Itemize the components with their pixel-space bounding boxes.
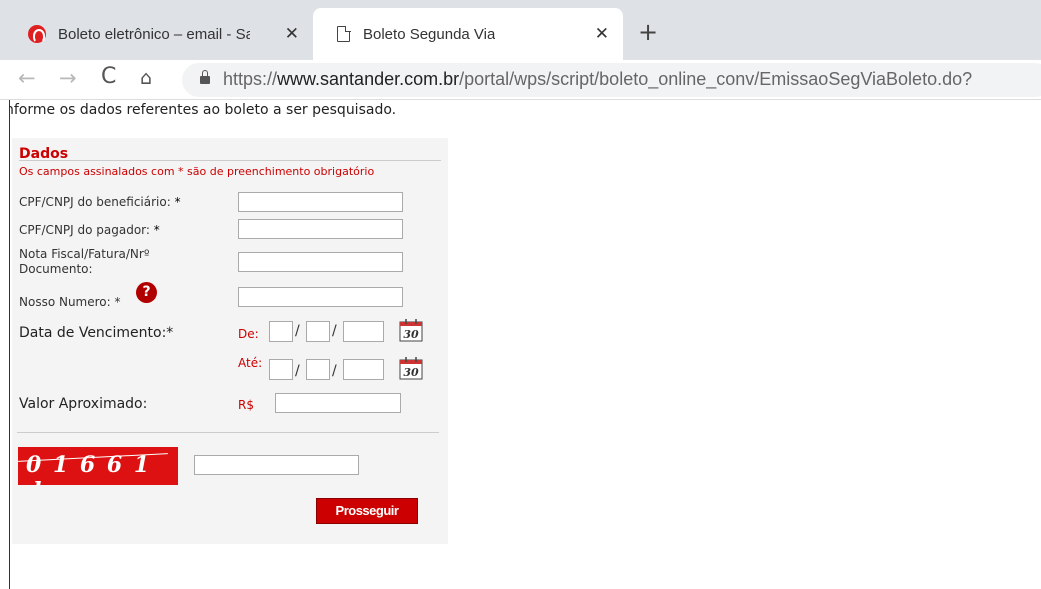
date-separator: /	[295, 363, 300, 379]
cpf-beneficiario-input[interactable]	[238, 192, 403, 212]
date-from-year-input[interactable]	[343, 321, 384, 342]
date-to-day-input[interactable]	[269, 359, 293, 380]
captcha-text: 0 1 6 6 1 d	[26, 452, 152, 485]
tab-boleto-eletronico[interactable]: Boleto eletrônico – email - Santander ✕	[8, 8, 313, 60]
url-protocol: https://	[223, 69, 278, 89]
nota-fiscal-label: Nota Fiscal/Fatura/Nrº Documento:	[19, 247, 150, 277]
date-from-month-input[interactable]	[306, 321, 330, 342]
home-icon[interactable]: ⌂	[140, 67, 152, 89]
forward-icon[interactable]: →	[59, 66, 77, 90]
cpf-beneficiario-label-text: CPF/CNPJ do beneficiário:	[19, 195, 171, 209]
cpf-pagador-input[interactable]	[238, 219, 403, 239]
tab-boleto-segunda-via[interactable]: Boleto Segunda Via ✕	[313, 8, 623, 60]
cpf-pagador-label-text: CPF/CNPJ do pagador:	[19, 223, 150, 237]
help-icon[interactable]: ?	[136, 282, 157, 303]
date-to-month-input[interactable]	[306, 359, 330, 380]
valor-label: Valor Aproximado:	[19, 396, 148, 412]
date-to-year-input[interactable]	[343, 359, 384, 380]
tab-close-icon[interactable]: ✕	[595, 24, 609, 44]
url-path: /portal/wps/script/boleto_online_conv/Em…	[459, 69, 973, 89]
document-favicon-icon	[337, 25, 351, 42]
browser-toolbar: ← → C ⌂ https://www.santander.com.br/por…	[0, 60, 1041, 100]
required-note: Os campos assinalados com * são de preen…	[19, 165, 375, 178]
calendar-day-number: 30	[403, 366, 419, 379]
captcha-image: 0 1 6 6 1 d	[18, 447, 178, 485]
url-text[interactable]: https://www.santander.com.br/portal/wps/…	[223, 69, 972, 90]
date-from-label: De:	[238, 327, 259, 341]
divider	[19, 160, 441, 161]
cpf-beneficiario-label: CPF/CNPJ do beneficiário: *	[19, 195, 181, 210]
reload-icon[interactable]: C	[101, 64, 116, 89]
date-separator: /	[332, 363, 337, 379]
required-mark: *	[174, 195, 181, 209]
cpf-pagador-label: CPF/CNPJ do pagador: *	[19, 223, 160, 238]
date-from-day-input[interactable]	[269, 321, 293, 342]
tab-title: Boleto Segunda Via	[363, 25, 496, 43]
tab-title: Boleto eletrônico – email - Santander	[58, 25, 250, 43]
intro-text-content: nforme os dados referentes ao boleto a s…	[9, 102, 397, 118]
data-vencimento-label: Data de Vencimento:*	[19, 325, 174, 341]
valor-input[interactable]	[275, 393, 401, 413]
nosso-numero-input[interactable]	[238, 287, 403, 307]
intro-text: nforme os dados referentes ao boleto a s…	[9, 102, 529, 118]
search-form: Dados Os campos assinalados com * são de…	[12, 138, 448, 544]
new-tab-button[interactable]: +	[638, 20, 658, 44]
nota-fiscal-input[interactable]	[238, 252, 403, 272]
date-separator: /	[295, 323, 300, 339]
address-bar[interactable]: https://www.santander.com.br/portal/wps/…	[182, 63, 1041, 97]
currency-label: R$	[238, 398, 254, 412]
santander-favicon-icon	[28, 25, 46, 43]
tab-strip: Boleto eletrônico – email - Santander ✕ …	[0, 0, 1041, 60]
date-to-label: Até:	[238, 356, 263, 370]
page-left-edge	[9, 100, 10, 589]
calendar-icon[interactable]: 30	[397, 356, 425, 380]
tab-close-icon[interactable]: ✕	[285, 24, 299, 44]
back-icon[interactable]: ←	[18, 66, 36, 90]
nota-fiscal-label-line2: Documento:	[19, 262, 93, 276]
prosseguir-button[interactable]: Prosseguir	[316, 498, 418, 524]
lock-icon[interactable]	[200, 70, 210, 84]
required-mark: *	[153, 223, 160, 237]
url-host: www.santander.com.br	[277, 69, 460, 89]
nosso-numero-label: Nosso Numero: *	[19, 295, 121, 309]
calendar-icon[interactable]: 30	[397, 318, 425, 342]
nota-fiscal-label-line1: Nota Fiscal/Fatura/Nrº	[19, 247, 150, 261]
captcha-input[interactable]	[194, 455, 359, 475]
divider	[17, 432, 439, 433]
date-separator: /	[332, 323, 337, 339]
calendar-day-number: 30	[403, 328, 419, 341]
